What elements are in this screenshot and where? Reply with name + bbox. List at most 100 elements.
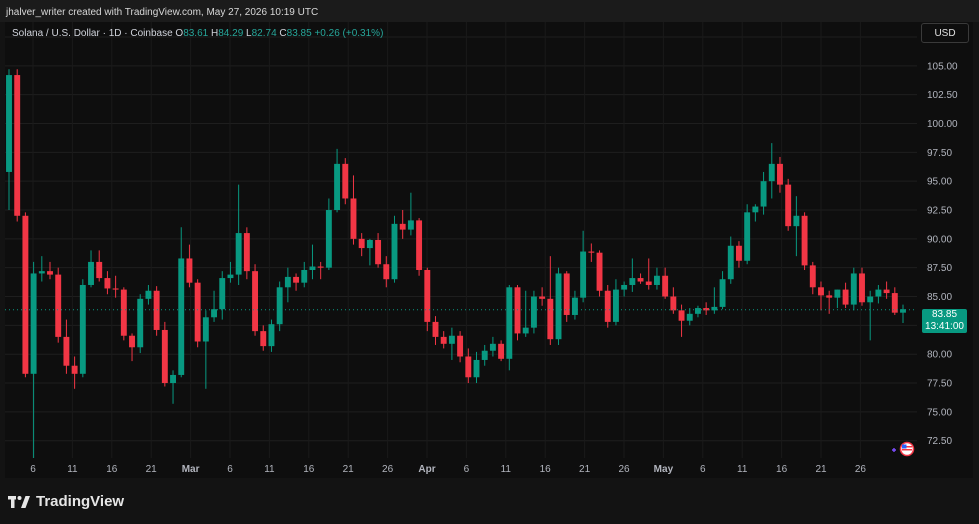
candle-body[interactable] [678,310,685,321]
candle-body[interactable] [399,223,406,230]
candle-body[interactable] [785,184,792,227]
candle-body[interactable] [211,309,217,318]
candle-body[interactable] [498,343,505,359]
candle-body[interactable] [170,374,176,384]
candle-body[interactable] [580,251,587,298]
candle-body[interactable] [818,287,824,296]
candle-body[interactable] [588,251,595,253]
us-flag-event-icon[interactable] [890,441,916,457]
candle-body[interactable] [219,278,226,310]
candle-body[interactable] [342,163,349,199]
candle-body[interactable] [473,359,480,378]
candle-body[interactable] [875,289,882,297]
candle-body[interactable] [235,233,242,275]
candle-body[interactable] [202,317,209,342]
candle-body[interactable] [793,215,800,227]
candle-body[interactable] [14,75,21,216]
candle-body[interactable] [514,287,521,334]
candle-body[interactable] [6,75,12,172]
candle-body[interactable] [809,265,816,288]
candle-body[interactable] [440,336,447,344]
candle-body[interactable] [71,365,78,374]
candle-body[interactable] [432,321,439,337]
candle-body[interactable] [366,240,373,249]
candle-body[interactable] [375,240,382,265]
candle-body[interactable] [571,297,578,315]
candle-body[interactable] [104,278,111,289]
candle-body[interactable] [301,269,308,283]
candle-body[interactable] [760,181,767,207]
candle-body[interactable] [129,335,135,348]
candle-body[interactable] [891,293,898,313]
candle-body[interactable] [96,261,103,279]
candle-body[interactable] [276,287,283,325]
candle-body[interactable] [481,350,488,360]
candle-body[interactable] [826,295,833,298]
candle-body[interactable] [489,343,496,351]
candle-body[interactable] [63,336,70,366]
candle-body[interactable] [711,306,718,311]
candle-body[interactable] [424,269,431,322]
candle-body[interactable] [120,289,127,336]
candle-body[interactable] [309,266,316,270]
candle-body[interactable] [30,273,37,374]
candle-body[interactable] [178,258,185,375]
candle-body[interactable] [867,296,874,303]
candle-body[interactable] [842,289,849,305]
candle-body[interactable] [137,298,144,348]
candle-body[interactable] [325,210,332,268]
candle-body[interactable] [612,289,619,322]
candle-body[interactable] [645,281,652,285]
candle-body[interactable] [145,290,152,299]
candle-body[interactable] [79,284,86,374]
candlestick-chart[interactable]: 107.50105.00102.50100.0097.5095.0092.509… [5,22,973,478]
candle-body[interactable] [391,223,398,280]
candle-body[interactable] [777,163,783,185]
candle-body[interactable] [284,276,291,288]
symbol-name[interactable]: Solana / U.S. Dollar · 1D · Coinbase [12,28,173,39]
candle-body[interactable] [752,206,759,213]
candle-body[interactable] [358,238,365,249]
candle-body[interactable] [563,273,570,315]
candle-body[interactable] [686,313,693,321]
candle-body[interactable] [604,290,611,322]
candle-body[interactable] [859,273,865,303]
candle-body[interactable] [350,198,357,239]
candle-body[interactable] [22,215,29,374]
candle-body[interactable] [88,261,94,285]
candle-body[interactable] [736,245,742,261]
candle-body[interactable] [38,271,45,274]
candle-body[interactable] [55,274,62,337]
candle-body[interactable] [243,233,250,272]
candle-body[interactable] [719,279,726,307]
candle-body[interactable] [112,288,119,290]
candle-body[interactable] [637,278,644,282]
candle-body[interactable] [47,271,53,275]
candle-body[interactable] [407,220,414,230]
candle-body[interactable] [883,289,890,294]
candle-body[interactable] [317,266,324,268]
candle-body[interactable] [260,331,267,347]
candle-body[interactable] [727,245,734,280]
candle-body[interactable] [334,163,341,211]
candle-body[interactable] [621,284,628,290]
candle-body[interactable] [293,276,300,283]
candle-body[interactable] [547,298,554,340]
candle-body[interactable] [530,296,537,328]
candle-body[interactable] [768,163,775,182]
candle-body[interactable] [834,289,841,298]
candle-body[interactable] [555,273,562,340]
candle-body[interactable] [703,308,710,311]
candle-body[interactable] [416,220,423,270]
candle-body[interactable] [194,282,201,342]
candle-body[interactable] [153,290,160,330]
tradingview-logo[interactable]: TradingView [8,493,124,510]
candle-body[interactable] [695,308,701,314]
candle-body[interactable] [539,296,546,299]
candle-body[interactable] [850,273,857,305]
candle-body[interactable] [670,296,677,311]
candle-body[interactable] [383,264,390,280]
candle-body[interactable] [448,335,455,344]
candle-body[interactable] [252,271,259,332]
candle-body[interactable] [506,287,513,359]
